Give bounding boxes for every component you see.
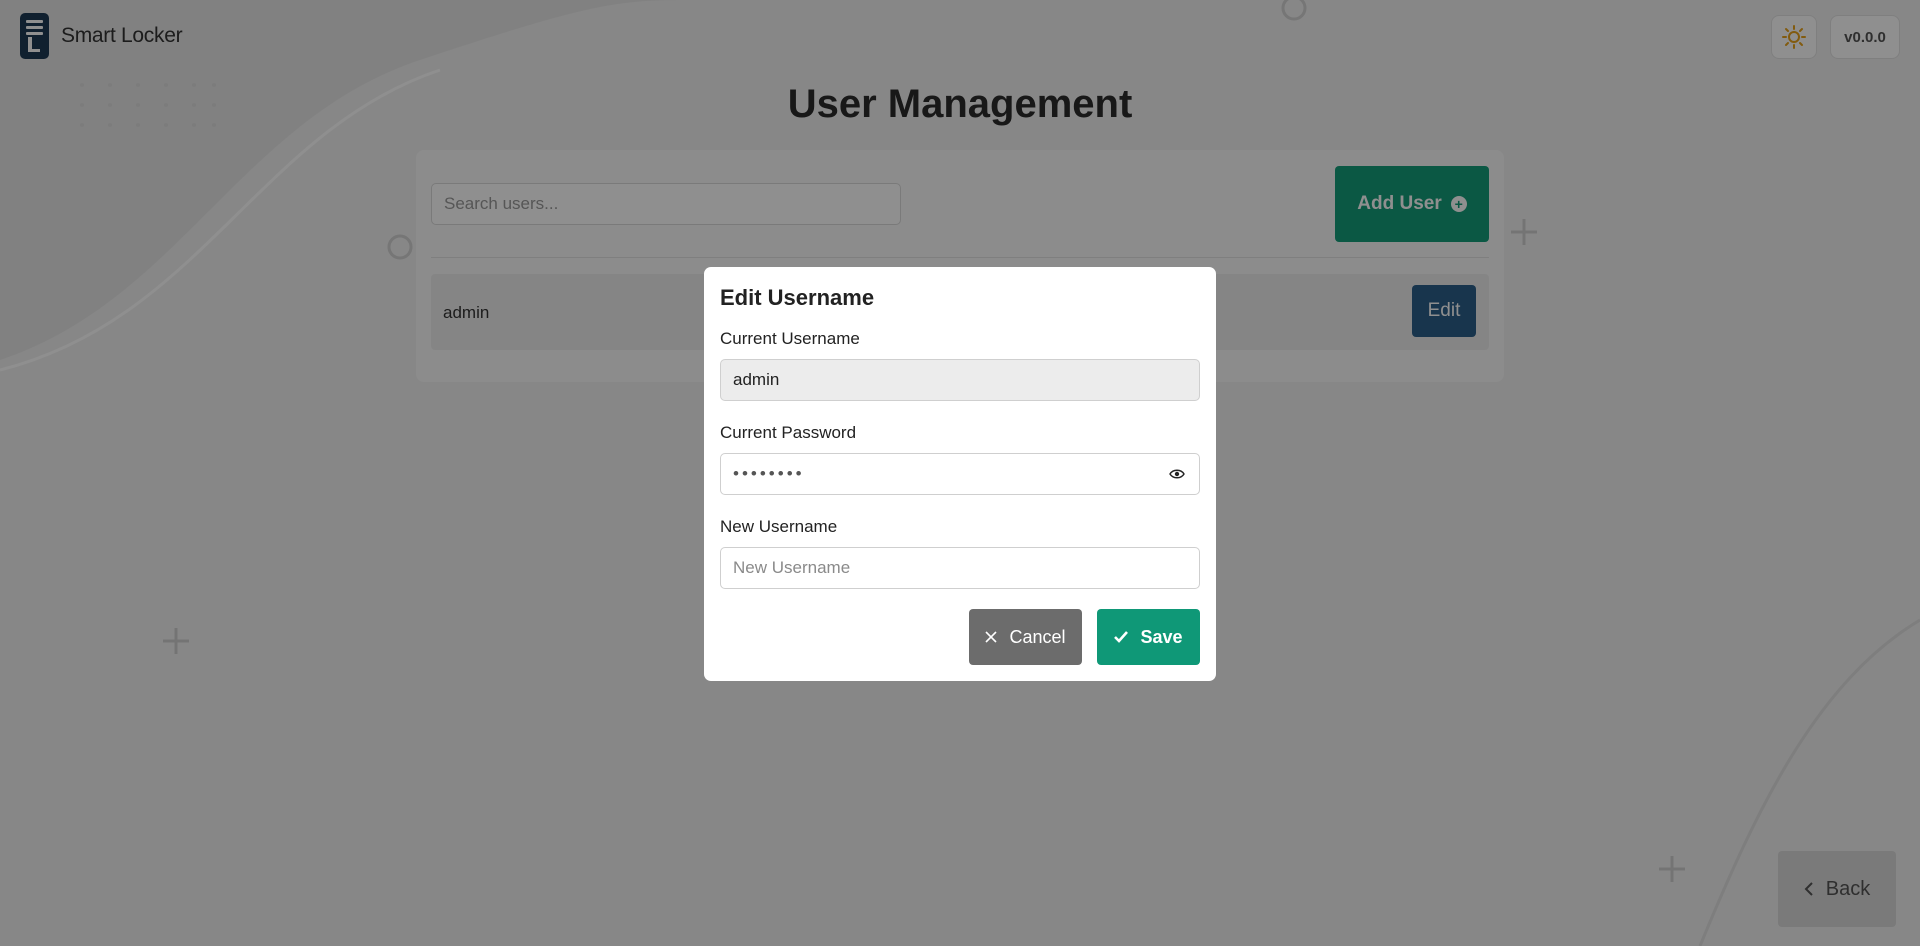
new-username-label: New Username <box>720 517 838 536</box>
save-button[interactable]: Save <box>1097 609 1200 665</box>
current-username-label: Current Username <box>720 329 860 348</box>
check-icon <box>1114 631 1129 643</box>
eye-icon[interactable] <box>1169 467 1185 481</box>
save-label: Save <box>1140 626 1183 647</box>
edit-username-dialog: Edit Username Current Username admin Cur… <box>704 267 1216 681</box>
dialog-title: Edit Username <box>720 285 875 310</box>
current-password-field[interactable]: •••••••• <box>720 453 1200 495</box>
password-value: •••••••• <box>733 464 805 483</box>
close-icon <box>985 631 998 643</box>
current-password-label: Current Password <box>720 423 857 442</box>
cancel-label: Cancel <box>1009 626 1066 647</box>
cancel-button[interactable]: Cancel <box>969 609 1082 665</box>
new-username-input[interactable] <box>720 547 1200 589</box>
current-username-field: admin <box>720 359 1200 401</box>
